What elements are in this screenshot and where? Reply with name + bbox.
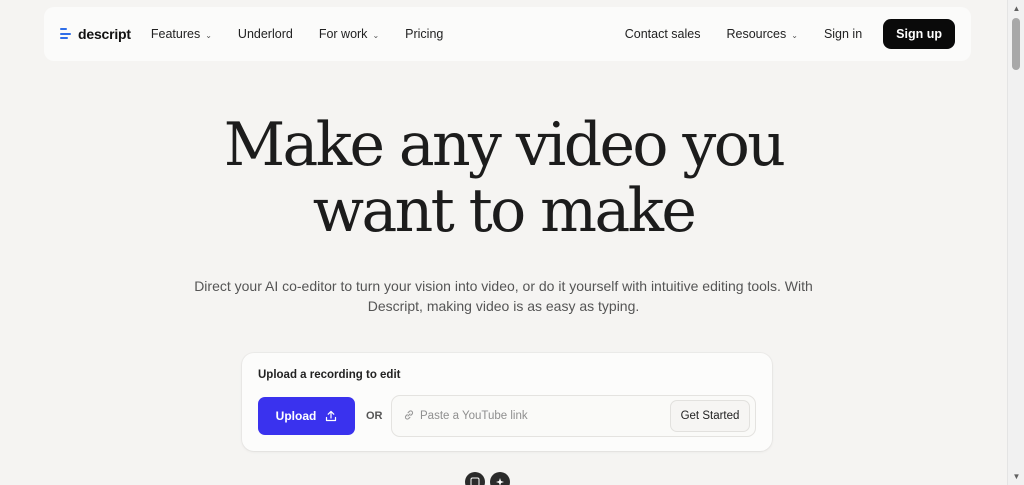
nav-for-work-label: For work (318, 27, 368, 41)
upload-button-label: Upload (275, 409, 317, 423)
chevron-down-icon: ⌄ (372, 30, 380, 40)
youtube-link-input[interactable] (420, 406, 660, 426)
subtitle-line-2: Descript, making video is as easy as typ… (367, 298, 640, 314)
nav-contact-sales[interactable]: Contact sales (625, 27, 701, 41)
sparkle-icon (496, 478, 504, 485)
nav-resources[interactable]: Resources ⌄ (726, 27, 797, 41)
hero-headline: Make any video you want to make (0, 112, 1007, 244)
chevron-down-icon: ⌄ (205, 30, 212, 40)
scroll-up-arrow-icon[interactable]: ▲ (1008, 0, 1024, 17)
upload-button[interactable]: Upload (258, 397, 355, 435)
nav-features[interactable]: Features ⌄ (151, 27, 212, 41)
hero-subtitle: Direct your AI co-editor to turn your vi… (0, 276, 1007, 316)
floating-action-icon[interactable] (465, 472, 485, 485)
descript-logo[interactable]: descript (60, 26, 131, 42)
image-icon (470, 477, 480, 485)
get-started-button[interactable]: Get Started (670, 400, 750, 432)
top-navigation: descript Features ⌄ Underlord For work ⌄… (44, 7, 971, 61)
upload-card: Upload a recording to edit Upload OR Get… (242, 353, 772, 451)
scroll-down-arrow-icon[interactable]: ▼ (1008, 468, 1024, 485)
page-scrollbar[interactable]: ▲ ▼ (1007, 0, 1024, 485)
upload-icon (326, 410, 337, 422)
nav-underlord-label: Underlord (237, 27, 293, 41)
nav-underlord[interactable]: Underlord (238, 27, 293, 41)
sign-up-button[interactable]: Sign up (883, 19, 955, 49)
nav-sign-in-label: Sign in (823, 27, 863, 41)
descript-logo-icon (60, 27, 72, 41)
nav-right-group: Contact sales Resources ⌄ Sign in Sign u… (599, 19, 955, 49)
subtitle-line-1: Direct your AI co-editor to turn your vi… (194, 278, 813, 294)
nav-features-label: Features (150, 27, 201, 41)
nav-for-work[interactable]: For work ⌄ (319, 27, 379, 41)
scrollbar-thumb[interactable] (1012, 18, 1020, 70)
nav-pricing-label: Pricing (405, 27, 444, 41)
nav-resources-label: Resources (726, 27, 787, 41)
chevron-down-icon: ⌄ (791, 30, 798, 40)
link-icon (404, 410, 414, 420)
headline-line-1: Make any video you (223, 110, 786, 180)
or-separator: OR (366, 410, 383, 422)
upload-card-title: Upload a recording to edit (258, 369, 401, 381)
headline-line-2: want to make (312, 176, 697, 246)
youtube-link-field: Get Started (391, 395, 756, 437)
floating-action-icon[interactable] (490, 472, 510, 485)
nav-sign-in[interactable]: Sign in (824, 27, 862, 41)
brand-name: descript (78, 26, 131, 42)
nav-contact-sales-label: Contact sales (624, 27, 701, 41)
nav-pricing[interactable]: Pricing (405, 27, 443, 41)
